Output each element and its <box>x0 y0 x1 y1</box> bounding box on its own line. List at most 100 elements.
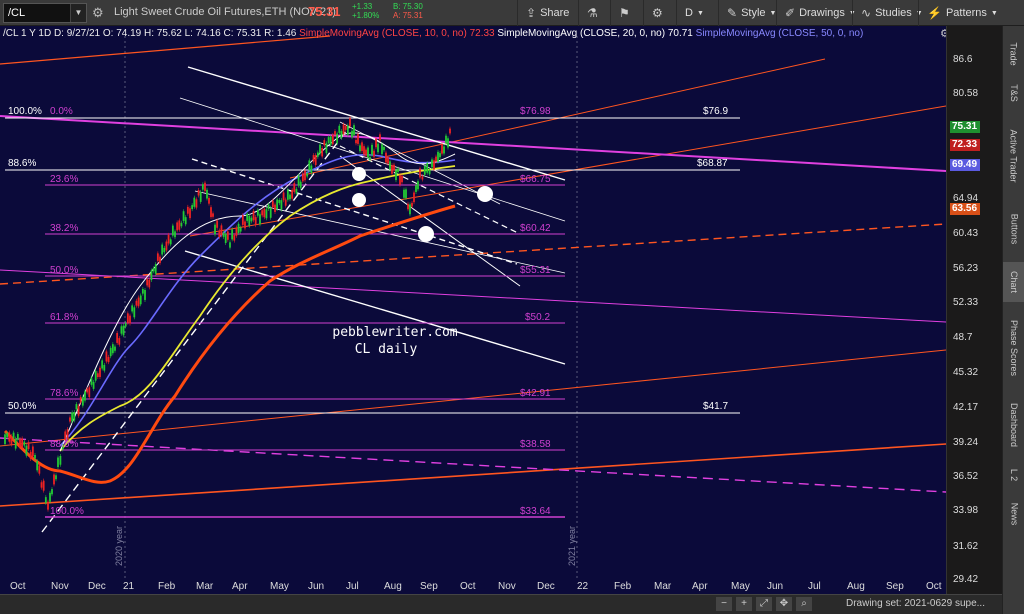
candle <box>69 417 71 422</box>
price-tick: 64.94 <box>953 193 979 204</box>
panel-tab-ts[interactable]: T&S <box>1003 78 1024 108</box>
candle <box>389 161 391 170</box>
fib-left-886: 88.6% <box>8 158 36 169</box>
candle <box>231 229 234 240</box>
patterns-button[interactable]: ⚡ Patterns ▼ <box>918 0 1024 26</box>
candle <box>163 247 166 253</box>
candle <box>165 241 168 251</box>
candle <box>111 344 114 354</box>
time-tick: Mar <box>196 581 214 592</box>
style-label: Style <box>741 7 766 19</box>
candle <box>103 364 106 371</box>
candle <box>301 173 304 182</box>
level-label-76-9: $76.9 <box>703 106 728 117</box>
panel-tab-buttons[interactable]: Buttons <box>1003 201 1024 256</box>
candle <box>235 227 238 236</box>
candle <box>385 152 387 163</box>
candle <box>409 204 411 215</box>
fib-value: $33.64 <box>520 506 551 517</box>
price-chart[interactable]: 2020 year 2021 year 100.0% 0.0% 88.6% 50… <box>0 26 946 578</box>
share-button[interactable]: ⇪ Share <box>517 0 577 26</box>
candle <box>353 125 355 135</box>
chevron-down-icon[interactable]: ▼ <box>70 4 86 22</box>
candle <box>99 367 101 378</box>
candle <box>282 192 285 201</box>
search-icon[interactable]: ⌕ <box>796 597 812 611</box>
candle <box>118 338 121 345</box>
candle <box>441 144 443 154</box>
price-box-sma200: 63.56 <box>950 203 980 215</box>
candle <box>407 203 409 210</box>
drawing-set-label[interactable]: Drawing set: 2021-0629 supe... <box>846 598 985 609</box>
candle <box>423 166 426 175</box>
price-axis[interactable]: 86.6 80.58 75.31 72.33 69.49 63.56 64.94… <box>946 26 1002 594</box>
fib-value: $42.91 <box>520 388 551 399</box>
candle <box>53 474 55 485</box>
change-value: +1.33 <box>352 2 373 11</box>
candle <box>81 397 84 406</box>
candle <box>180 222 183 227</box>
gear-icon[interactable]: ⚙ <box>92 5 104 21</box>
candle <box>21 438 24 448</box>
year-label-2020: 2020 year <box>114 526 124 566</box>
candle <box>114 346 116 351</box>
marker-circle <box>418 226 434 242</box>
candle <box>351 130 353 138</box>
candle <box>248 215 251 226</box>
time-tick: Apr <box>232 581 248 592</box>
time-axis[interactable]: Oct Nov Dec 21 Feb Mar Apr May Jun Jul Aug Sep Oct No… <box>0 578 946 594</box>
time-tick: Nov <box>51 581 69 592</box>
candle <box>363 146 365 155</box>
zoom-in-icon[interactable]: + <box>736 597 752 611</box>
time-tick: Apr <box>692 581 708 592</box>
candle <box>59 455 62 465</box>
panel-tab-chart[interactable]: Chart <box>1003 262 1024 302</box>
candle <box>428 169 431 175</box>
candle <box>156 253 159 261</box>
candle <box>278 199 281 204</box>
pan-icon[interactable]: ✥ <box>776 597 792 611</box>
panel-tab-news[interactable]: News <box>1003 496 1024 532</box>
marker-circle <box>352 167 366 181</box>
panel-tab-trade[interactable]: Trade <box>1003 34 1024 74</box>
patterns-icon: ⚡ <box>927 6 942 20</box>
candle <box>55 475 57 480</box>
price-tick: 39.24 <box>953 437 979 448</box>
candle <box>224 233 227 243</box>
candle <box>316 152 319 157</box>
price-box-sma20: 69.49 <box>950 159 980 171</box>
panel-tab-dashboard[interactable]: Dashboard <box>1003 394 1024 456</box>
time-tick: Nov <box>498 581 516 592</box>
candle <box>176 222 179 231</box>
period-button[interactable]: D ▼ <box>676 0 712 26</box>
candle <box>263 208 266 218</box>
symbol-input[interactable]: /CL ▼ <box>3 3 87 23</box>
zoom-out-icon[interactable]: − <box>716 597 732 611</box>
candle <box>4 434 6 445</box>
panel-tab-active-trader[interactable]: Active Trader <box>1003 116 1024 196</box>
candle <box>220 225 223 236</box>
candle <box>284 199 287 206</box>
flask-button[interactable]: ⚗ <box>578 0 606 26</box>
fib-value: $38.58 <box>520 439 551 450</box>
candle <box>171 225 174 236</box>
candle <box>411 202 413 207</box>
panel-tab-l2[interactable]: L 2 <box>1003 460 1024 490</box>
flag-button[interactable]: ⚑ <box>610 0 638 26</box>
panel-tab-phase-scores[interactable]: Phase Scores <box>1003 308 1024 388</box>
style-button[interactable]: ✎ Style ▼ <box>718 0 784 26</box>
candle <box>397 168 399 173</box>
candle <box>327 137 330 143</box>
time-tick: Feb <box>614 581 632 592</box>
candle <box>379 134 381 141</box>
candle <box>178 220 181 230</box>
zoom-reset-icon[interactable]: ⤢ <box>756 597 772 611</box>
settings-button[interactable]: ⚙ <box>643 0 671 26</box>
candle <box>338 125 341 133</box>
drawings-button[interactable]: ✐ Drawings ▼ <box>776 0 864 26</box>
candle <box>137 297 140 307</box>
candle <box>77 405 80 416</box>
time-tick: Oct <box>10 581 26 592</box>
candle <box>340 131 343 138</box>
candle <box>312 155 315 162</box>
